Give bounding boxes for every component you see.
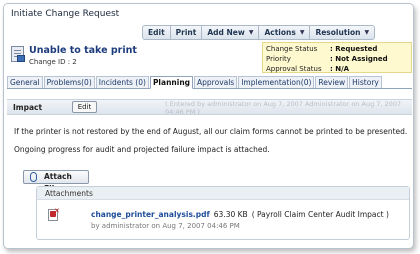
toolbar-resolution-label: Resolution xyxy=(315,28,361,37)
tab-review[interactable]: Review xyxy=(315,76,349,88)
impact-label: Impact xyxy=(13,103,43,112)
request-header: Unable to take print Change ID : 2 Chang… xyxy=(7,42,412,73)
toolbar-add-new-menu[interactable]: Add New ▼ xyxy=(201,26,258,39)
tab-general[interactable]: General xyxy=(7,76,43,88)
delete-attachment-icon[interactable]: ✕ xyxy=(54,208,60,215)
toolbar-resolution-menu[interactable]: Resolution ▼ xyxy=(309,26,374,39)
request-title: Unable to take print xyxy=(29,45,137,56)
attach-file-button[interactable]: Attach File xyxy=(23,170,89,193)
paperclip-icon xyxy=(30,172,37,182)
change-request-window: Initiate Change Request Edit Print Add N… xyxy=(3,3,414,249)
tab-implementation[interactable]: Implementation(0) xyxy=(238,76,315,88)
tab-problems[interactable]: Problems(0) xyxy=(43,76,95,88)
attachments-heading: Attachments xyxy=(37,187,409,200)
change-status-value: : Requested xyxy=(330,45,378,53)
impact-section-header: Impact Edit ( Entered by administrator o… xyxy=(7,99,412,116)
entered-by-note: ( Entered by administrator on Aug 7, 200… xyxy=(165,100,402,116)
attachment-byline: by administrator on Aug 7, 2007 04:46 PM xyxy=(91,222,240,230)
tab-incidents[interactable]: Incidents (0) xyxy=(95,76,149,88)
window-title: Initiate Change Request xyxy=(4,4,413,24)
attachment-link[interactable]: change_printer_analysis.pdf xyxy=(91,210,210,219)
chevron-down-icon: ▼ xyxy=(248,29,254,36)
priority-key: Priority xyxy=(266,55,291,63)
attachments-panel: Attachments ✕ change_printer_analysis.pd… xyxy=(36,186,410,240)
change-status-key: Change Status xyxy=(266,45,318,53)
approval-status-row: Approval Status : N/A xyxy=(266,64,408,74)
impact-text-line2: Ongoing progress for audit and projected… xyxy=(14,145,270,154)
toolbar-actions-label: Actions xyxy=(264,28,296,37)
change-id: Change ID : 2 xyxy=(29,58,77,66)
change-status-row: Change Status : Requested xyxy=(266,44,408,54)
chevron-down-icon: ▼ xyxy=(299,29,305,36)
toolbar-add-new-label: Add New xyxy=(207,28,245,37)
approval-status-key: Approval Status xyxy=(266,65,322,73)
attachment-item: change_printer_analysis.pdf 63.30 KB( Pay… xyxy=(91,210,389,219)
toolbar: Edit Print Add New ▼ Actions ▼ Resolution ▼ xyxy=(142,25,376,40)
attachment-size: 63.30 KB xyxy=(213,210,248,219)
priority-row: Priority : Not Assigned xyxy=(266,54,408,64)
tab-bar: General Problems(0) Incidents (0) Planni… xyxy=(7,76,412,89)
change-badge xyxy=(17,55,25,62)
tab-planning[interactable]: Planning xyxy=(149,76,194,89)
approval-status-value: : N/A xyxy=(330,65,350,73)
tab-history[interactable]: History xyxy=(349,76,382,88)
impact-edit-button[interactable]: Edit xyxy=(72,101,97,113)
toolbar-print-button[interactable]: Print xyxy=(169,26,202,39)
toolbar-edit-button[interactable]: Edit xyxy=(143,26,170,39)
toolbar-print-label: Print xyxy=(175,28,197,37)
impact-text-line1: If the printer is not restored by the en… xyxy=(14,127,408,136)
toolbar-edit-label: Edit xyxy=(148,28,165,37)
toolbar-actions-menu[interactable]: Actions ▼ xyxy=(258,26,309,39)
status-panel: Change Status : Requested Priority : Not A… xyxy=(262,42,412,73)
tab-approvals[interactable]: Approvals xyxy=(194,76,238,88)
priority-value: : Not Assigned xyxy=(330,55,388,63)
attachment-description: ( Payroll Claim Center Audit Impact ) xyxy=(251,210,389,219)
change-document-icon xyxy=(11,46,25,62)
chevron-down-icon: ▼ xyxy=(364,29,370,36)
